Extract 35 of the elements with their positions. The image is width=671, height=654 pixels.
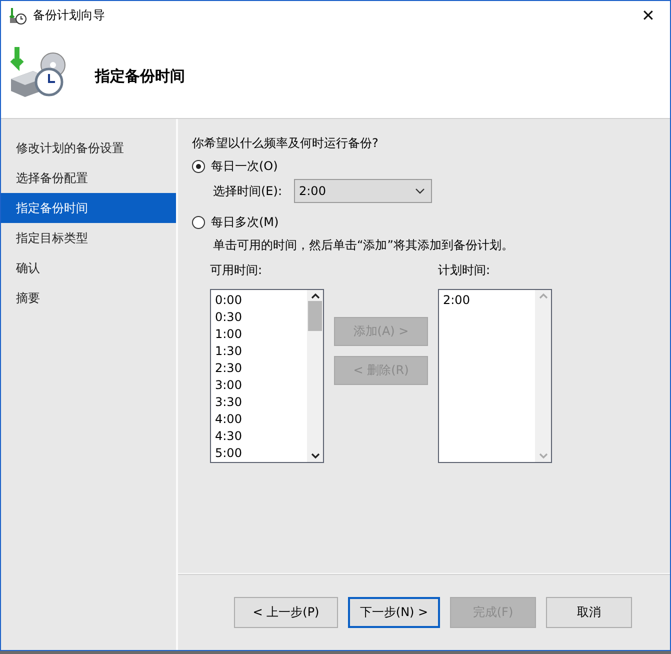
list-item[interactable]: 3:00: [215, 377, 307, 394]
list-item[interactable]: 0:30: [215, 309, 307, 326]
time-list[interactable]: 2:00: [438, 289, 552, 463]
radio-option[interactable]: 每日多次(M): [192, 211, 670, 233]
instruction-text: 单击可用的时间，然后单击“添加”将其添加到备份计划。: [213, 237, 514, 254]
list-label: 计划时间:: [438, 262, 492, 279]
list-item[interactable]: 3:30: [215, 394, 307, 411]
list-item[interactable]: 4:00: [215, 411, 307, 428]
list-item[interactable]: 2:00: [443, 292, 535, 309]
list-label: 可用时间:: [210, 262, 264, 279]
question-text: 你希望以什么频率及何时运行备份?: [192, 135, 380, 152]
list-item[interactable]: 4:30: [215, 428, 307, 445]
sidebar-item[interactable]: 修改计划的备份设置: [1, 133, 176, 163]
wizard-button[interactable]: 下一步(N) >: [348, 597, 440, 628]
radio-label: 每日一次(O): [211, 158, 278, 174]
time-dropdown[interactable]: 2:00: [294, 179, 432, 203]
radio-label: 每日多次(M): [211, 214, 279, 230]
sidebar-item[interactable]: 指定备份时间: [1, 193, 176, 223]
sidebar-item[interactable]: 确认: [1, 253, 176, 283]
page-heading: 指定备份时间: [95, 66, 185, 86]
field-label: 选择时间(E):: [213, 182, 282, 200]
list-item[interactable]: 2:30: [215, 360, 307, 377]
sidebar-item[interactable]: 摘要: [1, 283, 176, 313]
close-button[interactable]: ✕: [626, 1, 670, 30]
radio-option[interactable]: 每日一次(O): [192, 155, 670, 177]
sidebar-item[interactable]: 选择备份配置: [1, 163, 176, 193]
wizard-button[interactable]: 取消: [546, 597, 632, 628]
list-item[interactable]: 1:30: [215, 343, 307, 360]
wizard-button[interactable]: < 上一步(P): [234, 597, 338, 628]
sidebar-item[interactable]: 指定目标类型: [1, 223, 176, 253]
list-item[interactable]: 0:00: [215, 292, 307, 309]
window-title: 备份计划向导: [33, 7, 106, 24]
list-item[interactable]: 5:00: [215, 445, 307, 462]
time-list[interactable]: 0:00 0:30 1:00 1:30 2:30 3:00 3:30 4:00 4:30 5:00: [210, 289, 324, 463]
list-item[interactable]: 1:00: [215, 326, 307, 343]
